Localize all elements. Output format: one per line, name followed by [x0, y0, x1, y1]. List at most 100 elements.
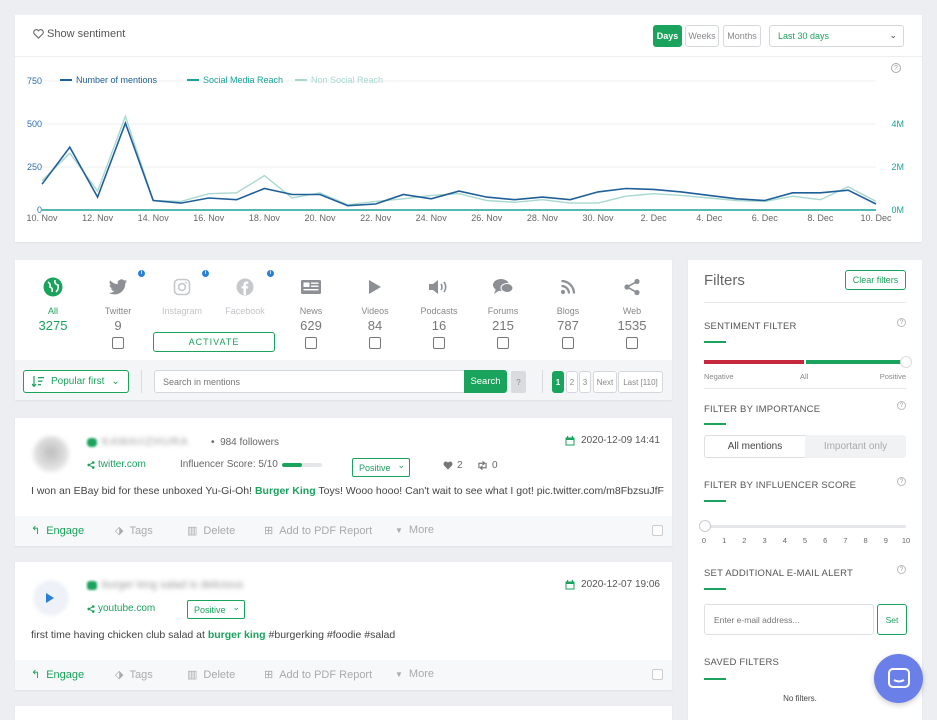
title-underline: [704, 678, 726, 680]
source-link[interactable]: twitter.com: [87, 459, 146, 470]
importance-important-button[interactable]: Important only: [805, 435, 906, 458]
source-checkbox[interactable]: [562, 337, 574, 349]
pagination-last[interactable]: Last [110]: [618, 371, 663, 393]
source-checkbox[interactable]: [305, 337, 317, 349]
help-icon[interactable]: ?: [897, 477, 906, 486]
influencer-slider-track[interactable]: [704, 525, 906, 528]
sentiment-slider[interactable]: [704, 356, 912, 368]
source-checkbox[interactable]: [369, 337, 381, 349]
influencer-tick-label: 3: [762, 536, 767, 545]
tags-button[interactable]: ⬗ Tags: [115, 668, 153, 682]
x-axis-tick-label: 10. Nov: [26, 213, 58, 223]
source-web[interactable]: Web 1535: [600, 274, 664, 349]
importance-all-button[interactable]: All mentions: [704, 435, 806, 458]
engage-button[interactable]: ↰ Engage: [31, 524, 84, 538]
toolbar-divider: [141, 370, 142, 393]
activate-button[interactable]: ACTIVATE: [153, 332, 275, 352]
news-icon: [301, 280, 321, 294]
mention-date-text: 2020-12-07 19:06: [581, 579, 660, 590]
source-checkbox[interactable]: [433, 337, 445, 349]
select-mention-checkbox[interactable]: [652, 669, 663, 680]
mention-date: 2020-12-07 19:06: [565, 579, 660, 590]
source-link[interactable]: youtube.com: [87, 603, 155, 614]
no-filters-text: No filters.: [783, 694, 817, 703]
influencer-score: Influencer Score: 5/10: [180, 459, 322, 470]
tags-button[interactable]: ⬗ Tags: [115, 524, 153, 538]
more-button[interactable]: ▼ More: [395, 524, 434, 536]
source-count: 787: [557, 318, 579, 333]
source-checkbox[interactable]: [112, 337, 124, 349]
sort-label: Popular first: [51, 376, 105, 387]
source-label: Instagram: [161, 306, 203, 316]
info-icon[interactable]: i: [138, 270, 145, 277]
influencer-tick-label: 1: [722, 536, 727, 545]
mention-text-before: first time having chicken club salad at: [31, 629, 208, 641]
source-checkbox[interactable]: [497, 337, 509, 349]
sentiment-label-negative: Negative: [704, 372, 734, 381]
y-axis-tick-label: 250: [27, 162, 42, 172]
sentiment-select[interactable]: Positive ⌄: [187, 600, 245, 619]
info-icon[interactable]: i: [202, 270, 209, 277]
source-podcasts[interactable]: Podcasts 16: [407, 274, 471, 349]
influencer-slider-handle[interactable]: [699, 520, 711, 532]
source-news[interactable]: News 629: [279, 274, 343, 349]
source-twitter[interactable]: Twitter 9: [86, 274, 150, 349]
caret-down-icon: ▼: [395, 525, 403, 535]
x-axis-tick-label: 12. Nov: [82, 213, 114, 223]
mentions-search-input[interactable]: [154, 370, 466, 393]
sentiment-select[interactable]: Positive ⌄: [352, 458, 410, 477]
title-underline: [704, 500, 726, 502]
y-axis-tick-label: 750: [27, 76, 42, 86]
clear-filters-button[interactable]: Clear filters: [845, 270, 906, 290]
source-link-text: youtube.com: [98, 603, 156, 614]
importance-filter-title: FILTER BY IMPORTANCE: [704, 404, 821, 415]
pagination-next[interactable]: Next: [593, 371, 617, 393]
search-help-button[interactable]: ?: [511, 371, 526, 393]
sort-dropdown[interactable]: Popular first ⌄: [23, 370, 129, 393]
chevron-down-icon: ⌄: [232, 602, 240, 612]
add-to-pdf-button[interactable]: ⊞ Add to PDF Report: [264, 668, 372, 682]
help-icon[interactable]: ?: [897, 401, 906, 410]
influencer-tick-label: 9: [883, 536, 888, 545]
author-name[interactable]: KAWAIIZHURA: [87, 436, 189, 448]
source-checkbox[interactable]: [626, 337, 638, 349]
help-icon[interactable]: ?: [897, 318, 906, 327]
help-icon[interactable]: ?: [897, 565, 906, 574]
select-mention-checkbox[interactable]: [652, 525, 663, 536]
search-button[interactable]: Search: [464, 370, 507, 393]
mention-text-after: Toys! Wooo hooo! Can't wait to see what …: [315, 485, 664, 497]
delete-button[interactable]: ▥ Delete: [187, 668, 235, 682]
info-icon[interactable]: i: [267, 270, 274, 277]
pagination-page-2[interactable]: 2: [566, 371, 578, 393]
pagination-page-1[interactable]: 1: [552, 371, 564, 393]
sentiment-slider-handle[interactable]: [900, 356, 912, 368]
pagination-page-3[interactable]: 3: [579, 371, 591, 393]
more-button[interactable]: ▼ More: [395, 668, 434, 680]
source-videos[interactable]: Videos 84: [343, 274, 407, 349]
avatar: [33, 436, 69, 472]
delete-button[interactable]: ▥ Delete: [187, 524, 235, 538]
author-name[interactable]: burger king salad is delicious: [87, 579, 243, 591]
calendar-icon: [565, 579, 575, 589]
source-instagram[interactable]: Instagram: [150, 274, 214, 316]
x-axis-tick-label: 6. Dec: [752, 213, 779, 223]
tag-icon: ⬗: [115, 525, 124, 537]
source-blogs[interactable]: Blogs 787: [536, 274, 600, 349]
source-all[interactable]: All 3275: [21, 274, 85, 333]
source-label: Videos: [361, 306, 389, 316]
author-name-text: burger king salad is delicious: [102, 579, 244, 591]
email-alert-input[interactable]: [704, 604, 874, 635]
add-to-pdf-button[interactable]: ⊞ Add to PDF Report: [264, 524, 372, 538]
mention-date-text: 2020-12-09 14:41: [581, 435, 660, 446]
engage-button[interactable]: ↰ Engage: [31, 668, 84, 682]
chat-launcher-button[interactable]: [874, 654, 923, 703]
email-alert-set-button[interactable]: Set: [877, 604, 907, 635]
source-forums[interactable]: Forums 215: [471, 274, 535, 349]
source-facebook[interactable]: Facebook: [213, 274, 277, 316]
influencer-tick-label: 7: [843, 536, 848, 545]
mentions-chart-card: Show sentiment Days Weeks Months Last 30…: [15, 15, 922, 242]
chevron-down-icon: ⌄: [111, 376, 120, 387]
followers-count: • 984 followers: [211, 437, 279, 448]
x-axis-tick-label: 2. Dec: [641, 213, 668, 223]
mentions-line-chart: 02505007500M2M4M10. Nov 12. Nov 14. Nov 16.…: [26, 75, 904, 223]
